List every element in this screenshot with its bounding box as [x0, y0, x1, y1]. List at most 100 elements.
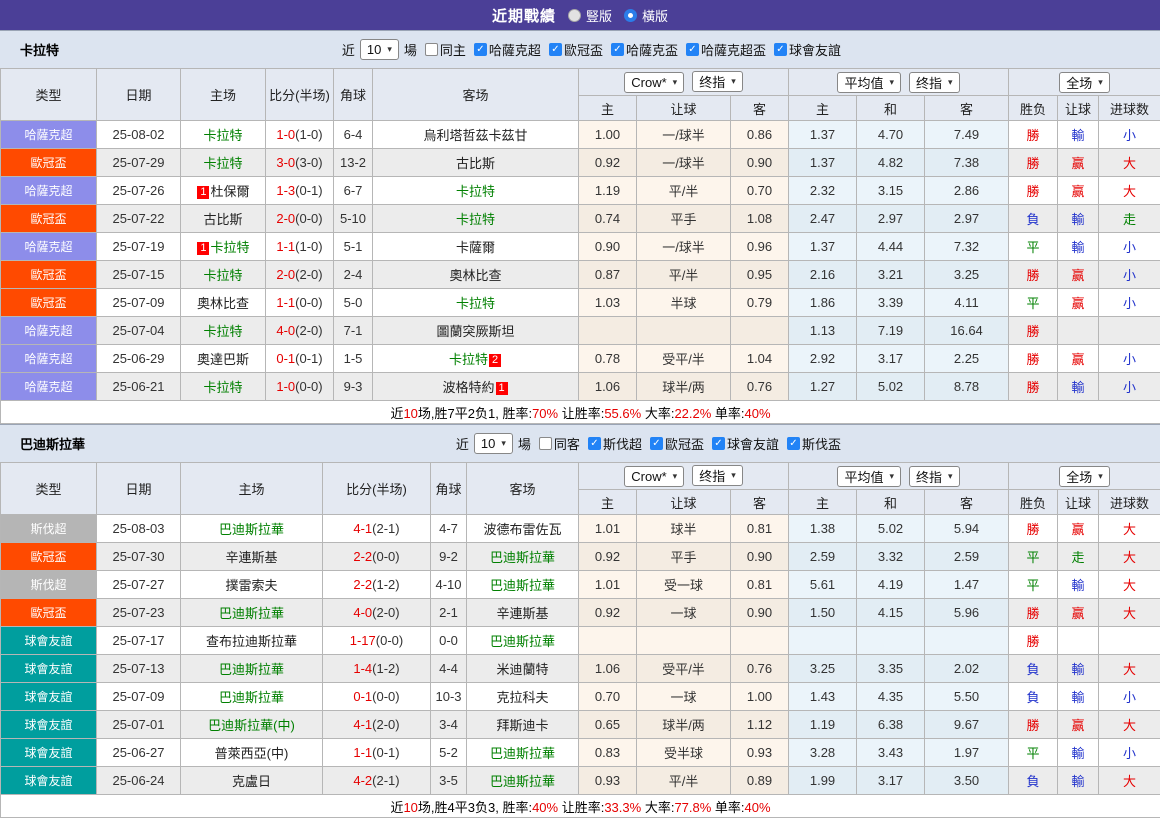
page-title: 近期戰績 [492, 5, 556, 26]
fulltime-score: 1-1 [353, 745, 372, 760]
odds-dropdown-group: Crow*▾ 终指▾ [579, 69, 789, 96]
radio-unchecked-icon[interactable] [568, 9, 581, 22]
radio-vertical-layout[interactable]: 豎版 [568, 6, 612, 25]
league-badge: 歐冠盃 [1, 205, 97, 233]
summary-row: 近10场,胜7平2负1, 胜率:70% 让胜率:55.6% 大率:22.2% 单… [1, 401, 1160, 424]
league-badge: 球會友誼 [1, 739, 97, 767]
odds-source-select[interactable]: Crow*▾ [624, 466, 684, 487]
away-team: 烏利塔哲茲卡茲甘 [373, 121, 579, 149]
corner-score: 4-7 [431, 515, 467, 543]
league-badge: 歐冠盃 [1, 149, 97, 177]
avg-time-select-value: 终指 [916, 73, 942, 92]
avg-draw: 2.97 [857, 205, 925, 233]
same-venue-checkbox[interactable] [425, 43, 438, 56]
corner-score: 7-1 [334, 317, 373, 345]
league-filter-checkbox[interactable]: ✓ [474, 43, 487, 56]
handicap-line: 受半球 [637, 739, 731, 767]
odds-home: 0.65 [579, 711, 637, 739]
col-header: 角球 [334, 69, 373, 121]
league-filter-checkbox[interactable]: ✓ [549, 43, 562, 56]
match-date: 25-07-22 [97, 205, 181, 233]
halftime-score: (3-0) [295, 155, 322, 170]
league-filter-checkbox[interactable]: ✓ [611, 43, 624, 56]
handicap-line: 球半 [637, 515, 731, 543]
red-card-badge: 2 [489, 354, 501, 367]
fulltime-score: 1-1 [276, 295, 295, 310]
odds-source-select-value: Crow* [631, 469, 666, 484]
avg-time-select[interactable]: 终指▾ [909, 72, 960, 93]
odds-home: 0.83 [579, 739, 637, 767]
team-name: 古比斯 [203, 212, 242, 227]
home-team: 巴迪斯拉華 [181, 599, 323, 627]
team-name: 巴迪斯拉華 [219, 662, 284, 677]
red-card-badge: 1 [197, 242, 209, 255]
filter-bar: 近10▾場同客✓斯伐超✓歐冠盃✓球會友誼✓斯伐盃 [455, 433, 842, 454]
odds-home: 1.19 [579, 177, 637, 205]
games-count-select[interactable]: 10▾ [474, 433, 513, 454]
match-score: 4-1(2-1) [323, 515, 431, 543]
scope-select-value: 全场 [1066, 467, 1092, 486]
corner-score: 4-4 [431, 655, 467, 683]
team-name: 卡拉特 [203, 380, 242, 395]
halftime-score: (0-0) [295, 211, 322, 226]
avg-home: 2.32 [789, 177, 857, 205]
corner-score: 2-4 [334, 261, 373, 289]
match-row: 球會友誼25-06-24克盧日4-2(2-1)3-5巴迪斯拉華0.93平/半0.… [1, 767, 1160, 795]
league-filter-checkbox[interactable]: ✓ [650, 437, 663, 450]
avg-source-select[interactable]: 平均值▾ [837, 72, 901, 93]
match-score: 2-2(0-0) [323, 543, 431, 571]
scope-select[interactable]: 全场▾ [1059, 466, 1110, 487]
col-header: 比分(半场) [323, 463, 431, 515]
league-filter-checkbox[interactable]: ✓ [774, 43, 787, 56]
match-row: 歐冠盃25-07-22古比斯2-0(0-0)5-10卡拉特0.74平手1.082… [1, 205, 1160, 233]
halftime-score: (2-0) [295, 323, 322, 338]
avg-away: 5.50 [925, 683, 1009, 711]
result-handicap: 赢 [1058, 711, 1099, 739]
match-date: 25-07-23 [97, 599, 181, 627]
avg-time-select[interactable]: 终指▾ [909, 466, 960, 487]
away-team: 古比斯 [373, 149, 579, 177]
avg-away: 7.32 [925, 233, 1009, 261]
summary-segment: 70% [532, 406, 558, 421]
scope-select[interactable]: 全场▾ [1059, 72, 1110, 93]
avg-draw: 6.38 [857, 711, 925, 739]
fulltime-score: 4-1 [353, 521, 372, 536]
col-header: 主场 [181, 69, 266, 121]
home-team: 卡拉特 [181, 149, 266, 177]
league-filter-checkbox[interactable]: ✓ [588, 437, 601, 450]
odds-home [579, 627, 637, 655]
halftime-score: (0-0) [376, 633, 403, 648]
fulltime-score: 1-0 [276, 127, 295, 142]
odds-time-select[interactable]: 终指▾ [692, 465, 743, 486]
radio-checked-icon[interactable] [624, 9, 637, 22]
result-goals: 小 [1099, 289, 1160, 317]
odds-source-select[interactable]: Crow*▾ [624, 72, 684, 93]
team-name: 卡拉特 [203, 156, 242, 171]
sub-col-header: 主 [579, 96, 637, 121]
result-outcome: 負 [1009, 205, 1058, 233]
col-header: 角球 [431, 463, 467, 515]
league-filter-checkbox[interactable]: ✓ [787, 437, 800, 450]
same-venue-checkbox[interactable] [539, 437, 552, 450]
fulltime-score: 1-4 [353, 661, 372, 676]
result-goals: 小 [1099, 121, 1160, 149]
corner-score: 6-4 [334, 121, 373, 149]
avg-home: 1.37 [789, 233, 857, 261]
league-filter-checkbox[interactable]: ✓ [712, 437, 725, 450]
handicap-line: 平手 [637, 205, 731, 233]
result-outcome: 勝 [1009, 373, 1058, 401]
halftime-score: (2-0) [372, 717, 399, 732]
league-badge: 球會友誼 [1, 655, 97, 683]
league-filter-checkbox[interactable]: ✓ [686, 43, 699, 56]
odds-time-select[interactable]: 终指▾ [692, 71, 743, 92]
games-count-select[interactable]: 10▾ [360, 39, 399, 60]
radio-horizontal-layout[interactable]: 橫版 [624, 6, 668, 25]
sub-col-header: 让球 [637, 96, 731, 121]
result-goals: 小 [1099, 683, 1160, 711]
team-name: 卡拉特 [203, 128, 242, 143]
avg-source-select[interactable]: 平均值▾ [837, 466, 901, 487]
match-date: 25-07-30 [97, 543, 181, 571]
result-goals: 大 [1099, 655, 1160, 683]
result-handicap: 輸 [1058, 571, 1099, 599]
avg-draw [857, 627, 925, 655]
